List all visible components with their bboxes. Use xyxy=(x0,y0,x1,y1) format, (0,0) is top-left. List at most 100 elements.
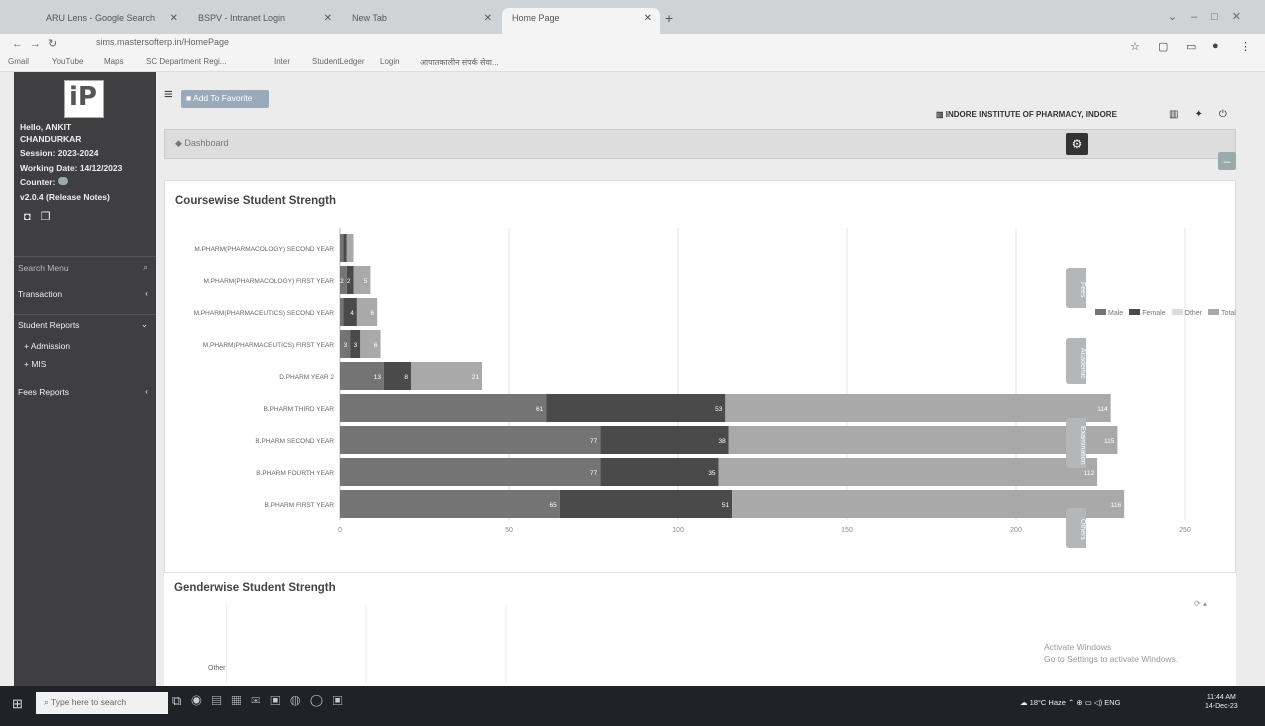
settings-gear-icon[interactable]: ⚙ xyxy=(1066,133,1088,155)
legend-label[interactable]: Female xyxy=(1142,310,1165,317)
bar-segment-male xyxy=(340,394,547,422)
data-label: 35 xyxy=(708,470,716,477)
logo-mark: iP xyxy=(69,82,97,112)
menu-label: Transaction xyxy=(18,289,63,299)
data-label: 65 xyxy=(549,502,557,509)
browser-tab[interactable]: ARU Lens - Google Search ✕ xyxy=(36,8,186,34)
window-controls[interactable]: ⌄–□✕ xyxy=(1168,10,1255,23)
side-tab-academic[interactable]: Academic xyxy=(1066,338,1086,384)
x-tick-label: 0 xyxy=(338,527,342,534)
bar-segment-total xyxy=(725,394,1111,422)
bookmark[interactable]: Gmail xyxy=(8,57,29,66)
menu-icon[interactable]: ⋮ xyxy=(1240,40,1251,53)
bookmark[interactable]: Maps xyxy=(104,57,124,66)
plus-icon: + xyxy=(24,341,31,351)
search-menu-label: Search Menu xyxy=(18,263,69,273)
category-label: B.PHARM FOURTH YEAR xyxy=(256,470,334,477)
sidebar-item-transaction[interactable]: Transaction ‹ xyxy=(14,284,156,304)
side-tab-others[interactable]: Others xyxy=(1066,508,1086,548)
bookmark[interactable]: Inter xyxy=(274,57,290,66)
chart-legend: Male Female Other Total xyxy=(1089,309,1236,317)
taskbar-search-input[interactable]: ⌕ Type here to search xyxy=(36,692,168,714)
version-link[interactable]: v2.0.4 (Release Notes) xyxy=(20,192,122,204)
main-content: ≡ ■ Add To Favorite ▥ INDORE INSTITUTE O… xyxy=(156,72,1252,686)
address-bar[interactable]: sims.mastersofterp.in/HomePage xyxy=(90,37,1140,52)
copy-icon[interactable]: ❐ xyxy=(41,211,61,223)
power-icon[interactable]: ⏻ xyxy=(1219,109,1243,120)
bookmark[interactable]: SC Department Regi... xyxy=(146,57,226,66)
sidebar: iP Hello, ANKIT CHANDURKAR Session: 2023… xyxy=(14,72,156,686)
chart2-grid xyxy=(226,603,507,683)
taskbar-apps[interactable]: ⧉◉▤▦✉▣◍◯▣ xyxy=(172,693,352,709)
close-icon[interactable]: ✕ xyxy=(324,13,332,24)
legend-label[interactable]: Other xyxy=(1185,310,1203,317)
sidebar-subitem-mis[interactable]: + MIS xyxy=(14,356,156,372)
windows-start-icon[interactable]: ⊞ xyxy=(12,696,23,712)
data-label: 3 xyxy=(354,342,358,349)
bank-icon: ▥ xyxy=(936,110,946,119)
sidebar-subitem-admission[interactable]: + Admission xyxy=(14,338,156,354)
add-to-favorite-button[interactable]: ■ Add To Favorite xyxy=(181,90,269,108)
legend-swatch xyxy=(1208,309,1220,315)
legend-swatch xyxy=(1095,309,1106,315)
data-label: 115 xyxy=(1104,438,1115,445)
sidebar-item-fees-reports[interactable]: Fees Reports ‹ xyxy=(14,382,156,402)
chart2-title: Genderwise Student Strength xyxy=(174,582,336,594)
building-icon[interactable]: ▥ xyxy=(1169,109,1194,120)
browser-tab-active[interactable]: Home Page ✕ xyxy=(502,8,660,34)
bookmark[interactable]: Login xyxy=(380,57,400,66)
chevron-left-icon: ‹ xyxy=(145,386,148,396)
bar-segment-female xyxy=(600,426,729,454)
side-tab-examination[interactable]: Examination xyxy=(1066,418,1086,468)
camera-icon[interactable]: ◘ xyxy=(24,211,41,223)
legend-swatch xyxy=(1129,309,1141,315)
bar-segment-female xyxy=(600,458,719,486)
browser-tab[interactable]: BSPV - Intranet Login ✕ xyxy=(188,8,340,34)
close-icon[interactable]: ✕ xyxy=(644,13,652,24)
data-label: 112 xyxy=(1084,470,1095,477)
bar-segment-female xyxy=(559,490,733,518)
category-label: B.PHARM FIRST YEAR xyxy=(265,502,335,509)
side-tab-fees[interactable]: Fees xyxy=(1066,268,1086,308)
bookmark[interactable]: StudentLedger xyxy=(312,57,365,66)
bookmark[interactable]: आपातकालीन संपर्क सेवा... xyxy=(420,57,499,68)
legend-label[interactable]: Male xyxy=(1108,310,1123,317)
search-icon[interactable]: ⌕ xyxy=(143,262,148,273)
legend-label[interactable]: Total xyxy=(1221,310,1236,317)
tab-label: Home Page xyxy=(512,13,560,23)
extension-icon[interactable]: ▢ xyxy=(1158,40,1168,53)
system-tray[interactable]: ☁ 18°C Haze ⌃ ⊕ ▭ ◁) ENG xyxy=(1020,698,1121,707)
bar-segment-male xyxy=(340,490,560,518)
hamburger-icon[interactable]: ≡ xyxy=(164,86,173,103)
collapse-button[interactable]: – xyxy=(1218,152,1236,170)
star-icon[interactable]: ☆ xyxy=(1130,40,1140,53)
navigation-buttons[interactable]: ←→↻ xyxy=(12,37,64,50)
x-tick-label: 200 xyxy=(1010,527,1022,534)
pin-icon[interactable]: ✦ xyxy=(1194,109,1218,120)
data-label: 6 xyxy=(374,342,378,349)
data-label: 3 xyxy=(344,342,348,349)
browser-tab[interactable]: New Tab ✕ xyxy=(342,8,500,34)
menu-label: Admission xyxy=(30,341,71,351)
genderwise-chart-card: Genderwise Student Strength ⟳ ▴ Activate… xyxy=(164,572,1236,686)
profile-icon[interactable]: ● xyxy=(1212,40,1219,52)
new-tab-icon[interactable]: + xyxy=(665,10,673,26)
data-label: 1 xyxy=(337,310,341,317)
close-icon[interactable]: ✕ xyxy=(484,13,492,24)
chevron-down-icon: ⌄ xyxy=(140,319,148,329)
sidepanel-icon[interactable]: ▭ xyxy=(1186,40,1196,53)
working-date: Working Date: 14/12/2023 xyxy=(20,162,123,173)
data-label: 4 xyxy=(350,310,354,317)
category-label: M.PHARM(PHARMACEUTICS) SECOND YEAR xyxy=(194,310,335,317)
search-menu-input[interactable]: Search Menu ⌕ xyxy=(14,256,156,276)
category-label: D.PHARM YEAR 2 xyxy=(279,374,334,381)
bar-segment-male xyxy=(340,234,344,262)
browser-tab-strip: ARU Lens - Google Search ✕ BSPV - Intrane… xyxy=(0,0,1265,34)
bookmark[interactable]: YouTube xyxy=(52,57,83,66)
taskbar-clock[interactable]: 11:44 AM 14-Dec-23 xyxy=(1205,693,1238,711)
data-label: 77 xyxy=(590,438,598,445)
data-label: 13 xyxy=(374,374,382,381)
close-icon[interactable]: ✕ xyxy=(170,13,178,24)
x-tick-label: 100 xyxy=(672,527,684,534)
sidebar-item-student-reports[interactable]: Student Reports ⌄ xyxy=(14,314,156,334)
